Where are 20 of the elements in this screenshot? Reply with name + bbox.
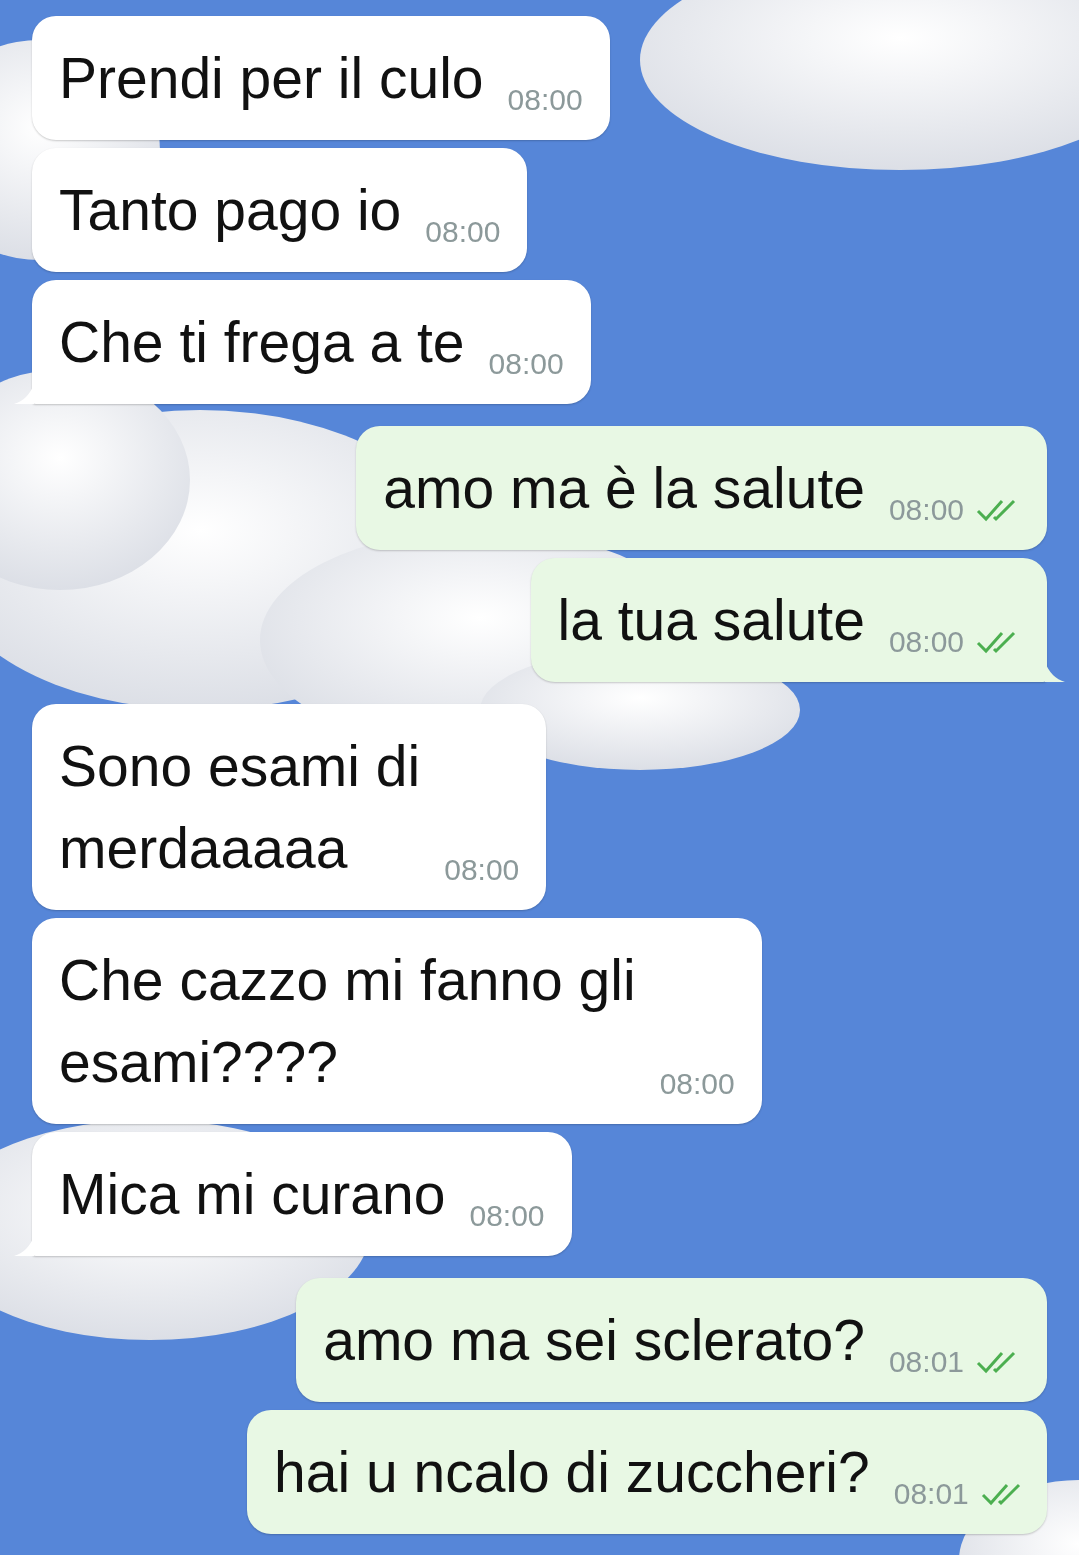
- message-time: 08:00: [425, 215, 501, 249]
- message-time: 08:01: [893, 1477, 969, 1511]
- message-text: amo ma sei sclerato?: [323, 1307, 865, 1374]
- message-time: 08:00: [488, 347, 564, 381]
- message-time: 08:00: [659, 1067, 735, 1101]
- message-time: 08:00: [444, 853, 520, 887]
- message-time: 08:00: [507, 83, 583, 117]
- message-time: 08:00: [888, 493, 964, 527]
- message-text: Mica mi curano: [59, 1161, 446, 1228]
- message-text: la tua salute: [557, 587, 865, 654]
- message-text: Sono esami di merdaaaaa: [59, 733, 421, 882]
- message-text: Che ti frega a te: [59, 309, 465, 376]
- message-text: Tanto pago io: [59, 177, 402, 244]
- message-text: amo ma è la salute: [383, 455, 865, 522]
- message-time: 08:00: [469, 1199, 545, 1233]
- message-time: 08:01: [888, 1345, 964, 1379]
- message-text: hai u ncalo di zuccheri?: [274, 1439, 870, 1506]
- message-text: Che cazzo mi fanno gli esami????: [59, 947, 636, 1096]
- message-text: Prendi per il culo: [59, 45, 484, 112]
- message-time: 08:00: [888, 625, 964, 659]
